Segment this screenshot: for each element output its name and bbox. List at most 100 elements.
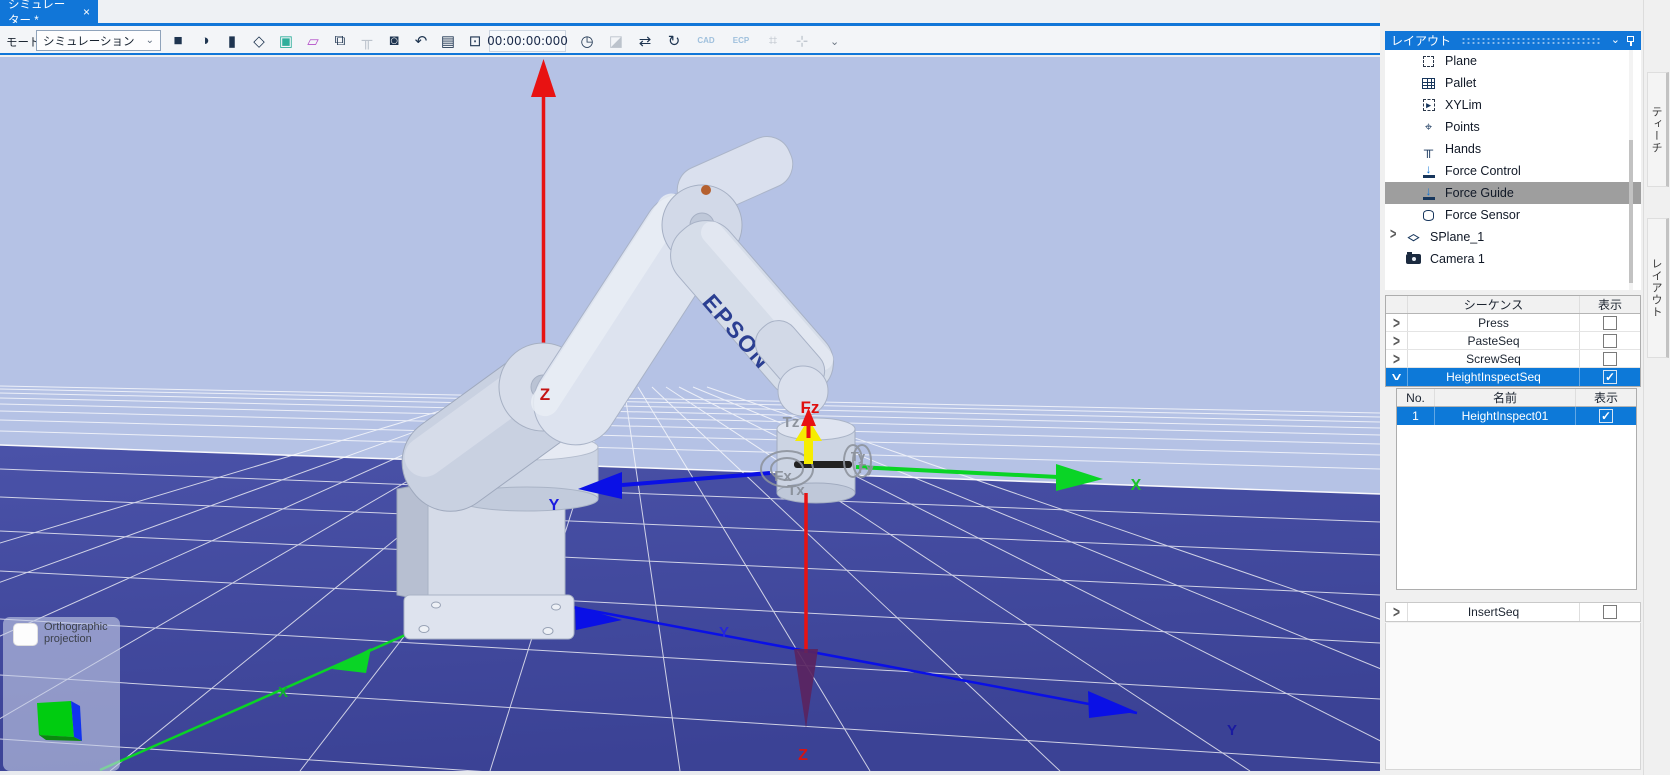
sequence-table: シーケンス 表示 > Press > PasteSeq > ScrewSeq >… (1385, 295, 1641, 387)
show-checkbox-checked[interactable]: ✓ (1599, 409, 1613, 423)
world-y-label: Y (719, 624, 729, 641)
ecp-icon[interactable]: ECP (728, 30, 754, 52)
side-tab-teach[interactable]: ティーチ (1647, 72, 1669, 187)
show-checkbox[interactable] (1603, 333, 1617, 348)
timer-icon[interactable]: ◷ (577, 30, 597, 52)
view-plane-icon[interactable]: ◇ (249, 30, 269, 52)
simulator-window: シミュレーター * × ⌄ モード: シミュレーション ⌄ ■ ◑ ▮ ◇ ▣ … (0, 0, 1670, 775)
tree-scrollbar[interactable] (1629, 50, 1633, 290)
chevron-down-icon: ⌄ (145, 35, 154, 46)
projection-overlay: Orthographic projection (3, 617, 120, 771)
world-x-label: X (278, 684, 288, 701)
step-row-heightinspect01[interactable]: 1 HeightInspect01 ✓ (1397, 407, 1636, 425)
sequence-row-press[interactable]: > Press (1386, 313, 1640, 333)
scene-3d: EPSON Z X Y Y Fz Tz Fx Tx Ty Fy X Y Z (0, 57, 1670, 775)
jog-axes-icon[interactable]: ⇄ (635, 30, 655, 52)
rotate-view-icon[interactable]: ↻ (664, 30, 684, 52)
copy-object-icon[interactable]: ⧉ (330, 30, 350, 52)
collapse-chevron-icon[interactable]: > (1387, 373, 1407, 380)
view-cube-icon[interactable] (33, 697, 87, 745)
orthographic-label: Orthographic projection (44, 621, 108, 645)
layout-panel-title: レイアウト (1391, 34, 1452, 48)
sequence-row-heightinspectseq[interactable]: > HeightInspectSeq ✓ (1386, 368, 1640, 386)
orthographic-checkbox[interactable] (13, 623, 38, 646)
toolbar-overflow-chevron-icon[interactable]: ⌄ (830, 35, 839, 48)
fz-arrow-shaft (804, 438, 813, 464)
view-shaded-icon[interactable]: ◑ (195, 30, 215, 52)
tx-label: Tx (787, 482, 805, 499)
show-planes-icon[interactable]: ▱ (303, 30, 323, 52)
tree-item-plane[interactable]: Plane (1385, 50, 1641, 72)
properties-icon[interactable]: ▤ (438, 30, 458, 52)
step-table-header: No. 名前 表示 (1397, 389, 1636, 407)
sequence-row-screwseq[interactable]: > ScrewSeq (1386, 349, 1640, 369)
fy-label: Fy (858, 461, 874, 476)
viewport-3d[interactable]: EPSON Z X Y Y Fz Tz Fx Tx Ty Fy X Y Z Or… (0, 57, 1670, 775)
show-checkbox[interactable] (1603, 351, 1617, 366)
sliders-icon[interactable]: ⌗ (763, 30, 783, 52)
mode-dropdown[interactable]: シミュレーション ⌄ (36, 30, 161, 51)
hands-icon: ╥ (1423, 141, 1434, 157)
tool-z-label: Z (798, 747, 808, 764)
tree-item-camera[interactable]: Camera 1 (1385, 248, 1641, 270)
tree-scrollbar-thumb[interactable] (1629, 140, 1633, 283)
eraser-icon[interactable]: ◪ (606, 30, 626, 52)
layout-panel-header[interactable]: レイアウト ⌄ (1385, 31, 1641, 50)
tree-item-force-sensor[interactable]: Force Sensor (1385, 204, 1641, 226)
toolbar-group-view: ■ ◑ ▮ ◇ ▣ ▱ ⧉ ╥ ◙ ↶ ▤ ⊡ ▦ (168, 26, 512, 55)
show-checkbox[interactable] (1603, 605, 1617, 619)
tree-item-pallet[interactable]: Pallet (1385, 72, 1641, 94)
plane-icon (1420, 53, 1437, 69)
pin-icon[interactable] (1626, 36, 1635, 46)
pan-group-icon[interactable]: ⊹ (792, 30, 812, 52)
pallet-icon (1420, 75, 1437, 91)
show-objects-icon[interactable]: ▣ (276, 30, 296, 52)
insert-sequence-row[interactable]: > InsertSeq (1385, 602, 1641, 622)
show-checkbox[interactable] (1603, 315, 1617, 330)
snapshot-icon[interactable]: ⊡ (465, 30, 485, 52)
tz-label: Tz (783, 414, 800, 431)
expand-chevron-icon[interactable]: > (1390, 227, 1396, 244)
show-checkbox-checked[interactable]: ✓ (1603, 370, 1617, 384)
panel-chevron-icon[interactable]: ⌄ (1611, 35, 1620, 46)
drag-grip-icon[interactable] (1461, 36, 1601, 45)
side-tab-layout[interactable]: レイアウト (1647, 218, 1669, 358)
points-icon: ⌖ (1424, 119, 1433, 134)
tree-item-xylim[interactable]: ▸ XYLim (1385, 94, 1641, 116)
panel-empty-area (1385, 623, 1641, 770)
tab-simulator[interactable]: シミュレーター * × (0, 0, 98, 27)
viewport-bottom-strip (0, 771, 1380, 775)
expand-chevron-icon[interactable]: > (1393, 602, 1400, 622)
tree-item-force-control[interactable]: ↓ Force Control (1385, 160, 1641, 182)
tree-item-force-guide[interactable]: ↓ Force Guide (1385, 182, 1641, 204)
tree-item-points[interactable]: ⌖ Points (1385, 116, 1641, 138)
expand-chevron-icon[interactable]: > (1393, 349, 1400, 369)
camera-object-icon (1405, 251, 1422, 267)
expand-chevron-icon[interactable]: > (1393, 313, 1400, 333)
force-guide-icon: ↓ (1420, 185, 1437, 201)
show-column-header: 表示 (1593, 391, 1618, 405)
tree-item-splane[interactable]: > ◇ SPlane_1 (1385, 226, 1641, 248)
no-column-header: No. (1397, 389, 1435, 406)
cad-icon[interactable]: CAD (693, 30, 719, 52)
side-tab-strip: ティーチ レイアウト (1643, 0, 1670, 775)
view-cylinder-icon[interactable]: ▮ (222, 30, 242, 52)
expand-chevron-icon[interactable]: > (1393, 331, 1400, 351)
name-column-header: 名前 (1435, 389, 1576, 406)
hand-icon[interactable]: ╥ (357, 30, 377, 52)
fz-label: Fz (801, 398, 820, 417)
mode-dropdown-value: シミュレーション (43, 35, 135, 48)
toolbar-group-tools: ◷ ◪ ⇄ ↻ CAD ECP ⌗ ⊹ (577, 26, 812, 55)
close-icon[interactable]: × (83, 6, 90, 18)
sequence-table-header: シーケンス 表示 (1386, 296, 1640, 314)
tree-item-hands[interactable]: ╥ Hands (1385, 138, 1641, 160)
undo-icon[interactable]: ↶ (411, 30, 431, 52)
splane-icon: ◇ (1407, 232, 1420, 243)
view-solid-icon[interactable]: ■ (168, 30, 188, 52)
splane-y-label: Y (1227, 722, 1237, 739)
world-z-label: Z (540, 385, 550, 404)
sequence-row-pasteseq[interactable]: > PasteSeq (1386, 331, 1640, 351)
camera-icon[interactable]: ◙ (384, 30, 404, 52)
force-control-icon: ↓ (1420, 163, 1437, 179)
step-table: No. 名前 表示 1 HeightInspect01 ✓ (1396, 388, 1637, 590)
